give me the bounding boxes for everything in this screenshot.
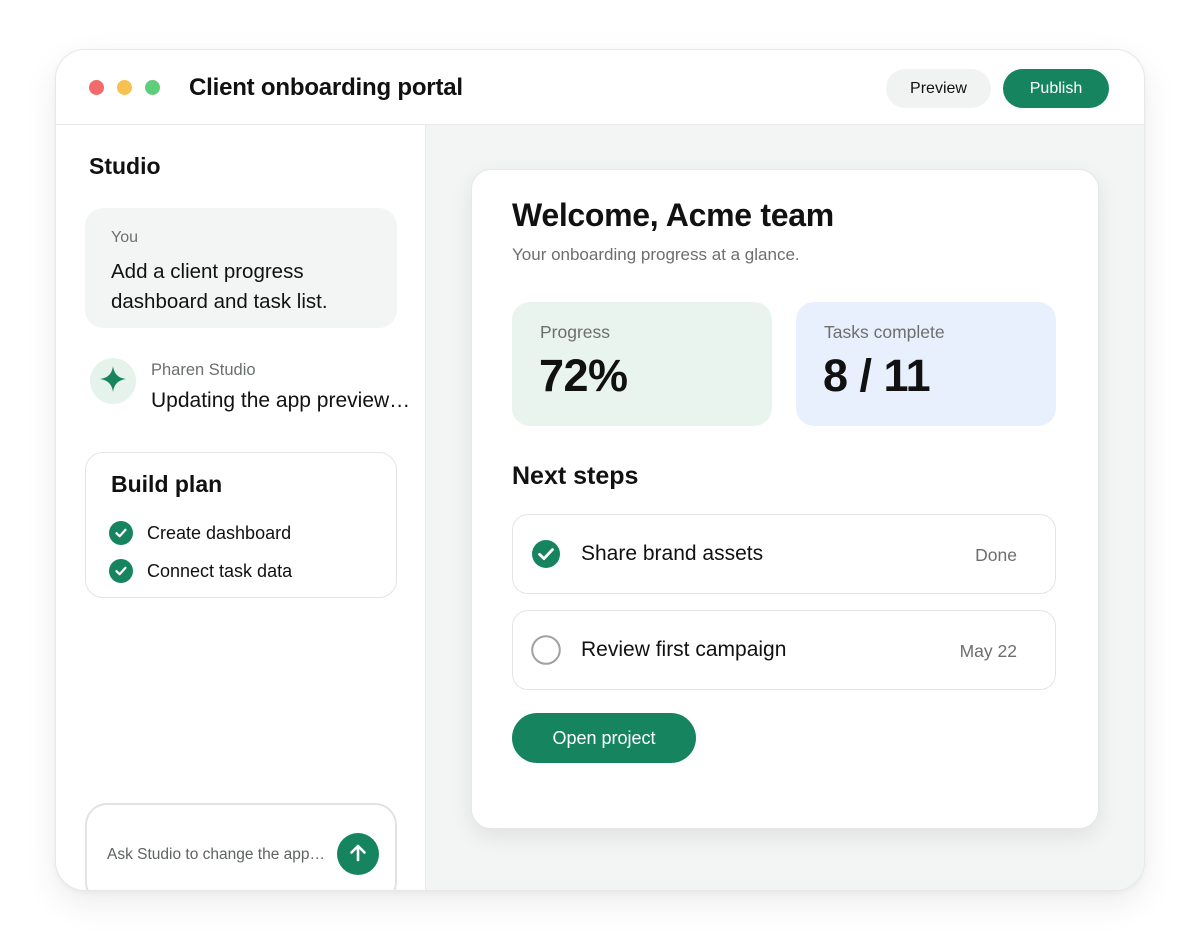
app-window: Client onboarding portal Preview Publish… <box>55 49 1145 891</box>
task-label: Share brand assets <box>581 542 764 565</box>
user-message: You Add a client progress dashboard and … <box>85 208 397 328</box>
minimize-window-button[interactable] <box>117 80 132 95</box>
app-preview-card: Welcome, Acme team Your onboarding progr… <box>471 169 1099 829</box>
assistant-message-text: Updating the app preview… <box>151 389 411 412</box>
build-plan-item-label: Create dashboard <box>147 522 292 543</box>
chat-composer <box>85 803 397 890</box>
sparkle-icon <box>98 364 128 399</box>
app-title: Client onboarding portal <box>189 74 463 101</box>
task-status: Done <box>975 545 1017 565</box>
build-plan-item-label: Connect task data <box>147 560 293 581</box>
task-item[interactable]: Review first campaign May 22 <box>512 610 1056 690</box>
user-message-text: Add a client progress dashboard and task… <box>111 260 328 313</box>
task-label: Review first campaign <box>581 638 787 661</box>
app-preview-area: Welcome, Acme team Your onboarding progr… <box>426 125 1144 890</box>
open-project-button[interactable]: Open project <box>512 713 696 763</box>
send-button[interactable] <box>337 833 379 875</box>
arrow-up-icon <box>347 842 369 867</box>
maximize-window-button[interactable] <box>145 80 160 95</box>
stat-value: 8 / 11 <box>823 350 931 401</box>
studio-sidebar: Studio You Add a client progress dashboa… <box>56 125 426 890</box>
close-window-button[interactable] <box>89 80 104 95</box>
title-bar: Client onboarding portal Preview Publish <box>56 50 1144 125</box>
chat-input[interactable] <box>107 841 339 869</box>
welcome-heading: Welcome, Acme team <box>512 197 834 233</box>
build-plan-item: Connect task data <box>109 558 292 584</box>
task-item[interactable]: Share brand assets Done <box>512 514 1056 594</box>
sidebar-title: Studio <box>89 153 161 179</box>
build-plan-item: Create dashboard <box>109 520 291 546</box>
tasks-stat-card: Tasks complete 8 / 11 <box>796 302 1056 426</box>
stat-label: Progress <box>540 322 611 342</box>
progress-stat-card: Progress 72% <box>512 302 772 426</box>
build-plan-title: Build plan <box>111 471 223 497</box>
next-steps-heading: Next steps <box>512 462 639 490</box>
check-circle-icon <box>109 521 133 545</box>
stat-label: Tasks complete <box>824 322 945 342</box>
check-circle-icon <box>109 559 133 583</box>
user-message-author: You <box>111 229 138 246</box>
publish-button[interactable]: Publish <box>1003 69 1109 108</box>
task-due-date: May 22 <box>959 641 1017 661</box>
build-plan-card: Build plan Create dashboard Connect task… <box>85 452 397 598</box>
empty-circle-icon[interactable] <box>531 635 561 665</box>
check-circle-icon[interactable] <box>531 539 561 569</box>
assistant-avatar <box>90 358 136 404</box>
preview-button[interactable]: Preview <box>886 69 991 108</box>
assistant-message-author: Pharen Studio <box>151 361 256 379</box>
stat-value: 72% <box>539 350 628 401</box>
welcome-subtitle: Your onboarding progress at a glance. <box>512 245 800 264</box>
